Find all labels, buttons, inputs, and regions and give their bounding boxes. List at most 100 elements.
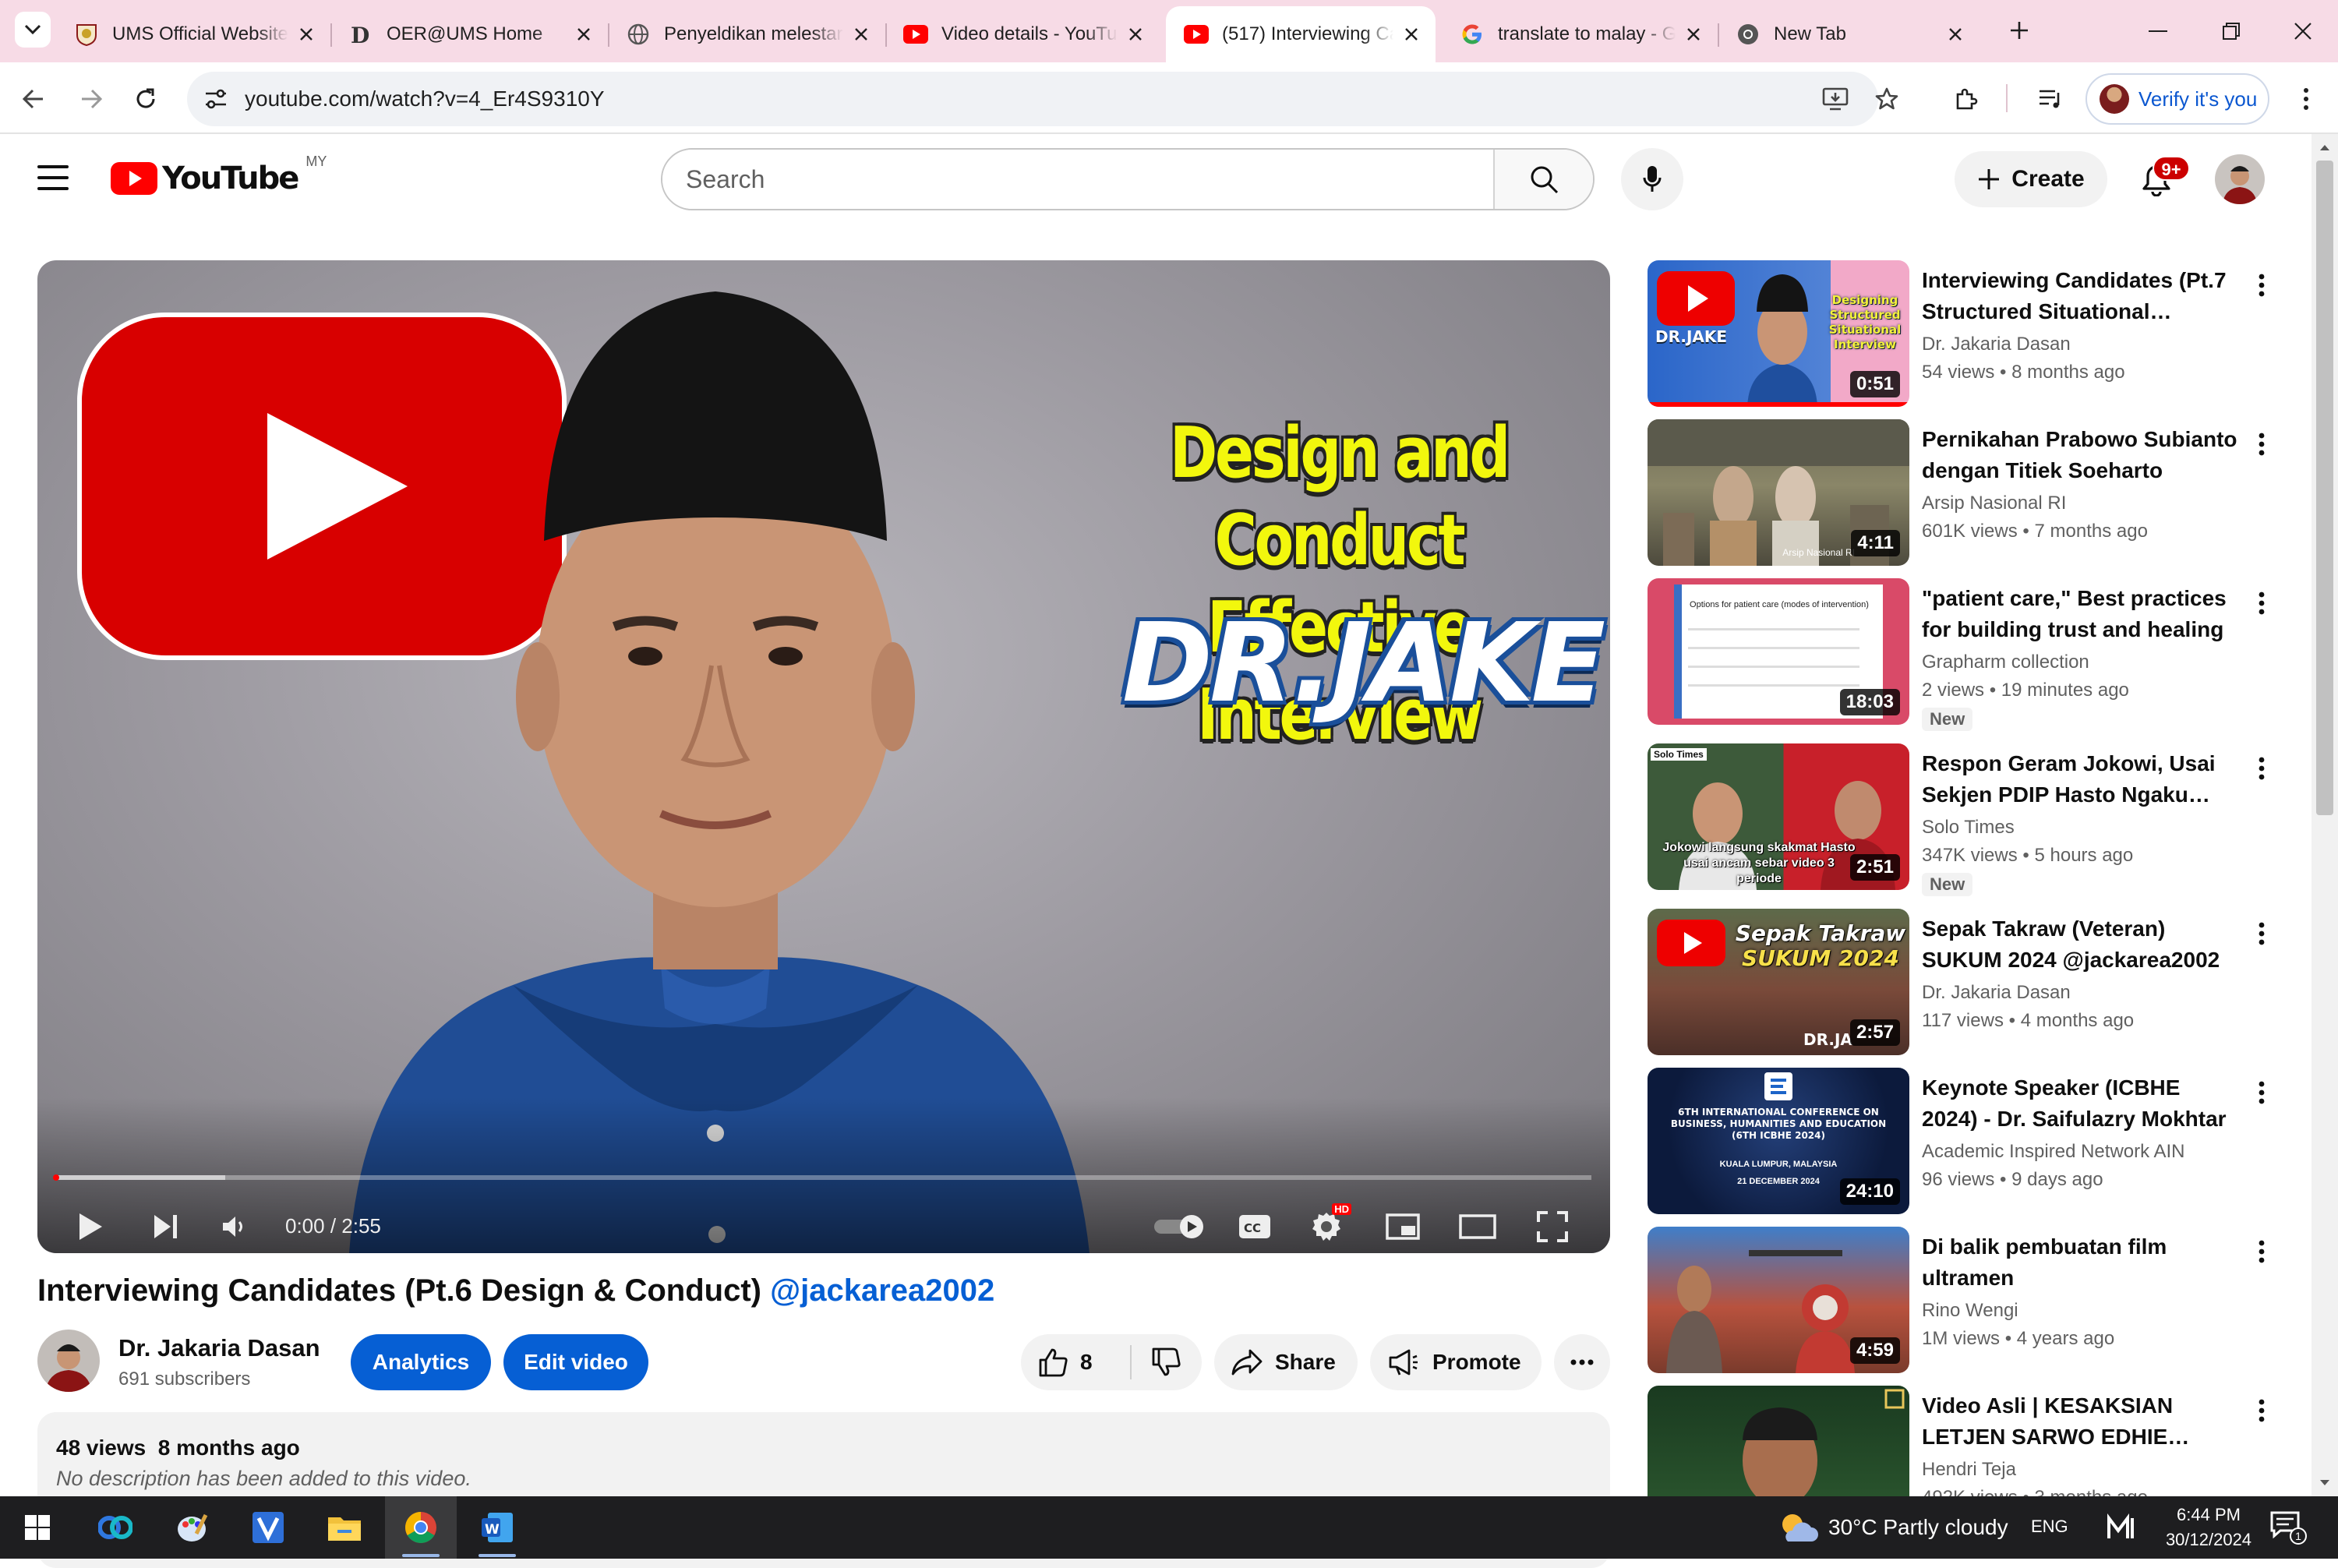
- play-button[interactable]: [65, 1202, 115, 1252]
- video-thumbnail[interactable]: Sepak Takraw SUKUM 2024 DR.JA 2:57: [1648, 909, 1909, 1055]
- rec-channel[interactable]: Arsip Nasional RI: [1922, 493, 2066, 514]
- notification-center-button[interactable]: 1: [2269, 1510, 2312, 1546]
- subtitles-button[interactable]: CC: [1230, 1202, 1280, 1252]
- recommendation-item[interactable]: Sepak Takraw SUKUM 2024 DR.JA 2:57 Sepak …: [1648, 909, 2287, 1055]
- tab-close-icon[interactable]: [1680, 21, 1707, 48]
- start-button[interactable]: [2, 1496, 73, 1559]
- rec-channel[interactable]: Dr. Jakaria Dasan: [1922, 982, 2071, 1004]
- video-thumbnail[interactable]: Solo Times Jokowi langsung skakmat Hasto…: [1648, 743, 1909, 890]
- create-button[interactable]: Create: [1955, 151, 2107, 207]
- video-player[interactable]: Design and Conduct Effective Interview DR…: [37, 260, 1610, 1253]
- media-control-button[interactable]: [2031, 79, 2070, 118]
- rec-menu-button[interactable]: [2246, 1389, 2277, 1432]
- next-button[interactable]: [140, 1202, 190, 1252]
- tab-close-icon[interactable]: [1398, 21, 1425, 48]
- browser-tab-oer[interactable]: D OER@UMS Home: [330, 6, 609, 62]
- taskbar-app-explorer[interactable]: [309, 1496, 380, 1559]
- rec-menu-button[interactable]: [2246, 581, 2277, 625]
- rec-menu-button[interactable]: [2246, 1230, 2277, 1273]
- tab-close-icon[interactable]: [848, 21, 874, 48]
- recommendation-item[interactable]: Arsip Nasional RI 4:11 Pernikahan Prabow…: [1648, 419, 2287, 566]
- mute-button[interactable]: [210, 1202, 260, 1252]
- browser-tab-penyeldikan[interactable]: Penyeldikan melestarikan: [608, 6, 887, 62]
- like-button[interactable]: 8: [1021, 1334, 1130, 1390]
- recommendation-item[interactable]: Video Asli | KESAKSIAN LETJEN SARWO EDHI…: [1648, 1386, 2287, 1496]
- scrubber-handle[interactable]: [53, 1174, 59, 1181]
- rec-title[interactable]: Keynote Speaker (ICBHE 2024) - Dr. Saifu…: [1922, 1072, 2241, 1135]
- rec-title[interactable]: Interviewing Candidates (Pt.7 Structured…: [1922, 265, 2241, 327]
- browser-tab-interviewing[interactable]: (517) Interviewing Candidates: [1166, 6, 1436, 62]
- share-button[interactable]: Share: [1214, 1334, 1358, 1390]
- bookmark-star-button[interactable]: [1867, 79, 1906, 118]
- browser-tab-new[interactable]: New Tab: [1718, 6, 1980, 62]
- rec-channel[interactable]: Hendri Teja: [1922, 1459, 2016, 1481]
- install-app-icon[interactable]: [1817, 81, 1853, 117]
- video-thumbnail[interactable]: Options for patient care (modes of inter…: [1648, 578, 1909, 725]
- rec-menu-button[interactable]: [2246, 912, 2277, 955]
- recommendation-item[interactable]: 6TH INTERNATIONAL CONFERENCE ON BUSINESS…: [1648, 1068, 2287, 1214]
- video-thumbnail[interactable]: [1648, 1386, 1909, 1496]
- rec-channel[interactable]: Dr. Jakaria Dasan: [1922, 334, 2071, 355]
- recommendation-item[interactable]: 4:59 Di balik pembuatan film ultramen Ri…: [1648, 1227, 2287, 1373]
- rec-channel[interactable]: Solo Times: [1922, 817, 2015, 839]
- back-button[interactable]: [14, 79, 53, 118]
- page-scrollbar[interactable]: [2312, 134, 2338, 1496]
- rec-title[interactable]: "patient care," Best practices for build…: [1922, 583, 2241, 645]
- site-info-icon[interactable]: [198, 81, 234, 117]
- taskbar-app-chrome[interactable]: [385, 1496, 457, 1559]
- rec-title[interactable]: Respon Geram Jokowi, Usai Sekjen PDIP Ha…: [1922, 748, 2241, 810]
- analytics-button[interactable]: Analytics: [351, 1334, 491, 1390]
- rec-channel[interactable]: Rino Wengi: [1922, 1300, 2018, 1322]
- autoplay-toggle[interactable]: [1149, 1202, 1211, 1252]
- taskbar-clock[interactable]: 6:44 PM 30/12/2024: [2154, 1503, 2263, 1552]
- browser-tab-ums[interactable]: UMS Official Website: [56, 6, 332, 62]
- restore-button[interactable]: [2196, 0, 2266, 62]
- miniplayer-button[interactable]: [1378, 1202, 1428, 1252]
- browser-menu-button[interactable]: [2287, 79, 2326, 118]
- settings-button[interactable]: HD: [1301, 1202, 1351, 1252]
- account-avatar[interactable]: [2215, 154, 2265, 204]
- edit-video-button[interactable]: Edit video: [503, 1334, 648, 1390]
- dislike-button[interactable]: [1132, 1334, 1202, 1390]
- fullscreen-button[interactable]: [1527, 1202, 1577, 1252]
- reload-button[interactable]: [126, 79, 165, 118]
- progress-bar[interactable]: [53, 1174, 1591, 1181]
- channel-handle-link[interactable]: @jackarea2002: [770, 1273, 994, 1308]
- rec-menu-button[interactable]: [2246, 422, 2277, 466]
- video-thumbnail[interactable]: Arsip Nasional RI 4:11: [1648, 419, 1909, 566]
- language-indicator[interactable]: ENG: [2031, 1517, 2068, 1537]
- taskbar-app-webex[interactable]: [79, 1496, 151, 1559]
- scrollbar-thumb[interactable]: [2316, 161, 2333, 815]
- rec-channel[interactable]: Academic Inspired Network AIN: [1922, 1141, 2184, 1163]
- more-actions-button[interactable]: [1554, 1334, 1610, 1390]
- rec-menu-button[interactable]: [2246, 1071, 2277, 1114]
- new-tab-button[interactable]: [2003, 14, 2036, 47]
- rec-menu-button[interactable]: [2246, 263, 2277, 307]
- guide-menu-icon[interactable]: [37, 165, 69, 190]
- youtube-logo[interactable]: YouTube MY: [111, 154, 327, 196]
- rec-menu-button[interactable]: [2246, 747, 2277, 790]
- channel-name[interactable]: Dr. Jakaria Dasan: [118, 1334, 320, 1362]
- search-input[interactable]: [662, 150, 1493, 209]
- browser-tab-translate[interactable]: translate to malay - Google: [1442, 6, 1719, 62]
- address-bar[interactable]: youtube.com/watch?v=4_Er4S9310Y: [187, 72, 1878, 126]
- promote-button[interactable]: Promote: [1370, 1334, 1542, 1390]
- recommendation-item[interactable]: Options for patient care (modes of inter…: [1648, 578, 2287, 731]
- taskbar-app-vegas[interactable]: [232, 1496, 304, 1559]
- forward-button[interactable]: [72, 79, 111, 118]
- close-window-button[interactable]: [2268, 0, 2338, 62]
- search-button[interactable]: [1493, 150, 1593, 209]
- tab-search-dropdown[interactable]: [15, 12, 51, 48]
- verify-profile-button[interactable]: Verify it's you: [2085, 73, 2269, 125]
- weather-widget[interactable]: 30°C Partly cloudy: [1777, 1496, 2008, 1559]
- rec-channel[interactable]: Grapharm collection: [1922, 652, 2089, 673]
- browser-tab-video-details[interactable]: Video details - YouTube: [885, 6, 1160, 62]
- recommendation-item[interactable]: DR.JAKE Designing Structured Situational…: [1648, 260, 2287, 407]
- video-thumbnail[interactable]: DR.JAKE Designing Structured Situational…: [1648, 260, 1909, 407]
- video-thumbnail[interactable]: 4:59: [1648, 1227, 1909, 1373]
- taskbar-app-word[interactable]: W: [461, 1496, 533, 1559]
- tab-close-icon[interactable]: [570, 21, 597, 48]
- channel-avatar[interactable]: [37, 1330, 100, 1392]
- rec-title[interactable]: Pernikahan Prabowo Subianto dengan Titie…: [1922, 424, 2241, 486]
- rec-title[interactable]: Sepak Takraw (Veteran) SUKUM 2024 @jacka…: [1922, 913, 2241, 976]
